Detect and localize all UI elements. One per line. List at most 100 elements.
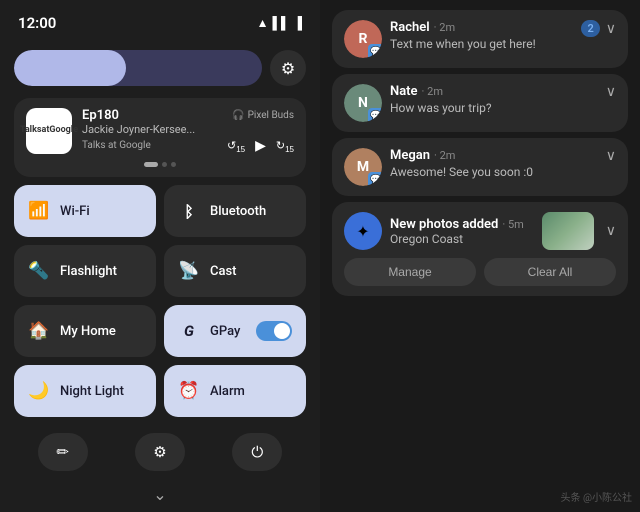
brightness-row: ⚙ [14, 46, 306, 90]
power-button[interactable]: ⏻ [232, 433, 282, 471]
avatar-megan: M 💬 [344, 148, 382, 186]
media-dots [26, 162, 294, 167]
notification-nate[interactable]: N 💬 Nate · 2m How was your trip? ∨ [332, 74, 628, 132]
edit-icon: ✏ [56, 443, 69, 461]
notif-time-megan: · 2m [434, 149, 455, 162]
photo-thumb-image [542, 212, 594, 250]
cast-icon: 📡 [178, 261, 200, 281]
photo-actions: Manage Clear All [344, 258, 616, 286]
gpay-toggle[interactable] [256, 321, 292, 341]
status-time: 12:00 [18, 14, 56, 32]
tile-flashlight-label: Flashlight [60, 264, 117, 279]
media-logo: Talks at Google [26, 108, 72, 154]
tile-gpay[interactable]: G GPay [164, 305, 306, 357]
skip-back-button[interactable]: ↺15 [227, 136, 245, 154]
quick-settings-button[interactable]: ⚙ [270, 50, 306, 86]
avatar-rachel: R 💬 [344, 20, 382, 58]
tile-alarm[interactable]: ⏰ Alarm [164, 365, 306, 417]
expand-megan-button[interactable]: ∨ [606, 148, 616, 164]
dot-active [144, 162, 158, 167]
headphone-icon: 🎧 [232, 110, 244, 121]
tile-bluetooth-label: Bluetooth [210, 204, 266, 219]
notif-content-megan: Megan · 2m Awesome! See you soon :0 [390, 148, 598, 179]
notif-count-rachel: 2 [581, 20, 599, 37]
nightlight-icon: 🌙 [28, 381, 50, 401]
signal-bars-icon: ▌▌ [272, 16, 289, 30]
tile-alarm-label: Alarm [210, 384, 245, 399]
photo-star-icon: ✦ [356, 222, 369, 241]
notif-header-nate: Nate · 2m [390, 84, 598, 99]
bluetooth-icon: ᛒ [178, 202, 200, 221]
media-card[interactable]: Talks at Google Ep180 🎧 Pixel Buds Jacki… [14, 98, 306, 177]
notif-time-rachel: · 2m [434, 21, 455, 34]
avatar-nate: N 💬 [344, 84, 382, 122]
watermark: 头条 @小陈公社 [561, 489, 632, 504]
skip-forward-icon: ↻15 [276, 140, 294, 152]
notif-name-nate: Nate [390, 84, 418, 99]
wifi-signal-icon: ▲ [257, 16, 269, 30]
right-panel: R 💬 Rachel · 2m Text me when you get her… [320, 0, 640, 512]
tile-gpay-label: GPay [210, 324, 240, 339]
tile-flashlight[interactable]: 🔦 Flashlight [14, 245, 156, 297]
tile-nightlight[interactable]: 🌙 Night Light [14, 365, 156, 417]
brightness-slider[interactable] [14, 50, 262, 86]
notif-msg-megan: Awesome! See you soon :0 [390, 165, 598, 179]
tile-myhome[interactable]: 🏠 My Home [14, 305, 156, 357]
media-title: Ep180 [82, 108, 119, 123]
dot-1 [162, 162, 167, 167]
gpay-icon: G [178, 322, 200, 340]
notif-time-nate: · 2m [422, 85, 443, 98]
notification-photos[interactable]: ✦ New photos added · 5m Oregon Coast ∨ M… [332, 202, 628, 296]
collapse-button[interactable]: ⌄ [14, 483, 306, 506]
edit-button[interactable]: ✏ [38, 433, 88, 471]
status-icons: ▲ ▌▌ ▐ [257, 16, 302, 30]
play-icon: ▶ [255, 137, 266, 153]
notif-name-megan: Megan [390, 148, 430, 163]
media-info: Ep180 🎧 Pixel Buds Jackie Joyner-Kersee.… [82, 108, 294, 154]
photo-notif-title: New photos added [390, 217, 498, 232]
media-source: Talks at Google [82, 140, 151, 151]
media-top: Talks at Google Ep180 🎧 Pixel Buds Jacki… [26, 108, 294, 154]
tile-wifi[interactable]: 📶 Wi-Fi [14, 185, 156, 237]
media-controls: ↺15 ▶ ↻15 [227, 136, 294, 154]
notif-msg-rachel: Text me when you get here! [390, 37, 573, 51]
notif-header-rachel: Rachel · 2m [390, 20, 573, 35]
alarm-icon: ⏰ [178, 381, 200, 401]
message-app-badge-megan: 💬 [368, 172, 382, 186]
tile-myhome-label: My Home [60, 324, 116, 339]
tile-cast-label: Cast [210, 264, 237, 279]
settings-icon: ⚙ [153, 443, 166, 461]
chevron-down-icon: ⌄ [153, 485, 166, 504]
tile-nightlight-label: Night Light [60, 384, 124, 399]
clear-all-button[interactable]: Clear All [484, 258, 616, 286]
expand-rachel-button[interactable]: ∨ [606, 21, 616, 37]
skip-forward-button[interactable]: ↻15 [276, 136, 294, 154]
notif-actions-rachel: 2 ∨ [581, 20, 616, 37]
photo-notif-time: · 5m [502, 218, 523, 231]
battery-icon: ▐ [293, 16, 302, 30]
manage-button[interactable]: Manage [344, 258, 476, 286]
flashlight-icon: 🔦 [28, 261, 50, 281]
expand-nate-button[interactable]: ∨ [606, 84, 616, 100]
expand-photos-button[interactable]: ∨ [606, 223, 616, 239]
notification-megan[interactable]: M 💬 Megan · 2m Awesome! See you soon :0 … [332, 138, 628, 196]
play-button[interactable]: ▶ [255, 137, 266, 154]
notif-actions-megan: ∨ [606, 148, 616, 164]
notif-content-rachel: Rachel · 2m Text me when you get here! [390, 20, 573, 51]
bottom-bar: ✏ ⚙ ⏻ [14, 425, 306, 475]
notif-content-nate: Nate · 2m How was your trip? [390, 84, 598, 115]
tile-cast[interactable]: 📡 Cast [164, 245, 306, 297]
message-app-badge-nate: 💬 [368, 108, 382, 122]
message-app-badge: 💬 [368, 44, 382, 58]
notification-rachel[interactable]: R 💬 Rachel · 2m Text me when you get her… [332, 10, 628, 68]
photos-icon: ✦ [344, 212, 382, 250]
notif-actions-nate: ∨ [606, 84, 616, 100]
tile-bluetooth[interactable]: ᛒ Bluetooth [164, 185, 306, 237]
photo-notif-subtitle: Oregon Coast [390, 232, 534, 246]
wifi-icon: 📶 [28, 201, 50, 221]
photo-notif-top: ✦ New photos added · 5m Oregon Coast ∨ [344, 212, 616, 250]
brightness-fill [14, 50, 126, 86]
dot-2 [171, 162, 176, 167]
home-icon: 🏠 [28, 321, 50, 341]
settings-button[interactable]: ⚙ [135, 433, 185, 471]
